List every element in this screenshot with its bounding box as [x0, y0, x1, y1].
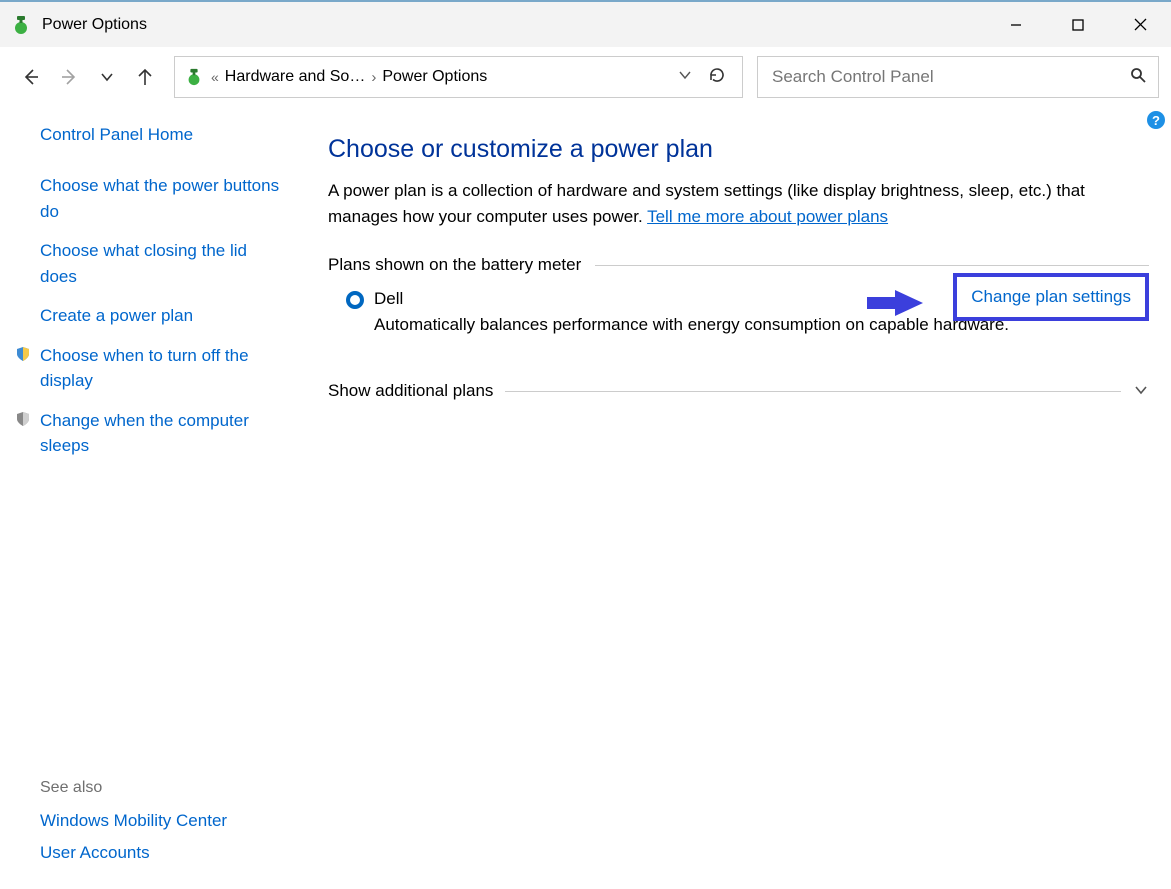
address-history-dropdown[interactable] — [670, 68, 700, 86]
search-box[interactable] — [757, 56, 1159, 98]
recent-dropdown[interactable] — [88, 58, 126, 96]
expand-label: Show additional plans — [328, 381, 493, 401]
maximize-button[interactable] — [1047, 2, 1109, 47]
plan-name[interactable]: Dell — [374, 289, 403, 309]
sidebar: Control Panel Home Choose what the power… — [0, 107, 296, 889]
close-button[interactable] — [1109, 2, 1171, 47]
sidebar-link-label: Choose when to turn off the display — [40, 343, 282, 394]
see-also-user-accounts[interactable]: User Accounts — [40, 843, 282, 863]
see-also-mobility-center[interactable]: Windows Mobility Center — [40, 811, 282, 831]
plan-radio-dell[interactable] — [346, 291, 364, 309]
up-button[interactable] — [126, 58, 164, 96]
sidebar-link-create-plan[interactable]: Create a power plan — [18, 303, 282, 329]
power-options-icon — [10, 14, 32, 36]
sidebar-link-label: Choose what the power buttons do — [40, 173, 282, 224]
divider — [505, 391, 1121, 392]
minimize-button[interactable] — [985, 2, 1047, 47]
shield-icon — [14, 410, 32, 428]
sidebar-link-closing-lid[interactable]: Choose what closing the lid does — [18, 238, 282, 289]
breadcrumb-item[interactable]: Hardware and So… — [225, 68, 366, 86]
help-button[interactable]: ? — [1147, 111, 1165, 129]
see-also-label: See also — [40, 779, 282, 797]
section-header-battery-plans: Plans shown on the battery meter — [328, 255, 1149, 275]
annotation-arrow-icon — [865, 287, 925, 317]
change-plan-settings-link[interactable]: Change plan settings — [953, 273, 1149, 321]
sidebar-link-computer-sleeps[interactable]: Change when the computer sleeps — [18, 408, 282, 459]
search-input[interactable] — [770, 66, 1130, 88]
address-bar[interactable]: « Hardware and So… › Power Options — [174, 56, 743, 98]
page-heading: Choose or customize a power plan — [328, 135, 1149, 164]
sidebar-link-label: Create a power plan — [40, 303, 193, 329]
power-plan-row: Dell Change plan settings — [328, 289, 1149, 309]
divider — [595, 265, 1149, 266]
refresh-button[interactable] — [700, 66, 734, 89]
chevron-down-icon — [1133, 382, 1149, 401]
search-icon[interactable] — [1130, 67, 1146, 88]
main-content: Choose or customize a power plan A power… — [296, 107, 1171, 889]
sidebar-link-power-buttons[interactable]: Choose what the power buttons do — [18, 173, 282, 224]
show-additional-plans-toggle[interactable]: Show additional plans — [328, 381, 1149, 401]
sidebar-link-label: Change when the computer sleeps — [40, 408, 282, 459]
tell-me-more-link[interactable]: Tell me more about power plans — [647, 207, 888, 226]
title-bar: Power Options — [0, 0, 1171, 47]
control-panel-home-link[interactable]: Control Panel Home — [40, 125, 282, 145]
forward-button[interactable] — [50, 58, 88, 96]
shield-icon — [14, 345, 32, 363]
toolbar: « Hardware and So… › Power Options — [0, 47, 1171, 107]
page-description: A power plan is a collection of hardware… — [328, 178, 1149, 229]
back-button[interactable] — [12, 58, 50, 96]
sidebar-link-turn-off-display[interactable]: Choose when to turn off the display — [18, 343, 282, 394]
window-controls — [985, 2, 1171, 47]
breadcrumb-overflow-icon[interactable]: « — [211, 69, 219, 85]
chevron-right-icon[interactable]: › — [371, 69, 376, 86]
window-title: Power Options — [42, 16, 985, 34]
power-options-icon — [183, 66, 205, 88]
sidebar-link-label: Choose what closing the lid does — [40, 238, 282, 289]
section-label: Plans shown on the battery meter — [328, 255, 581, 275]
breadcrumb-item[interactable]: Power Options — [382, 68, 487, 86]
